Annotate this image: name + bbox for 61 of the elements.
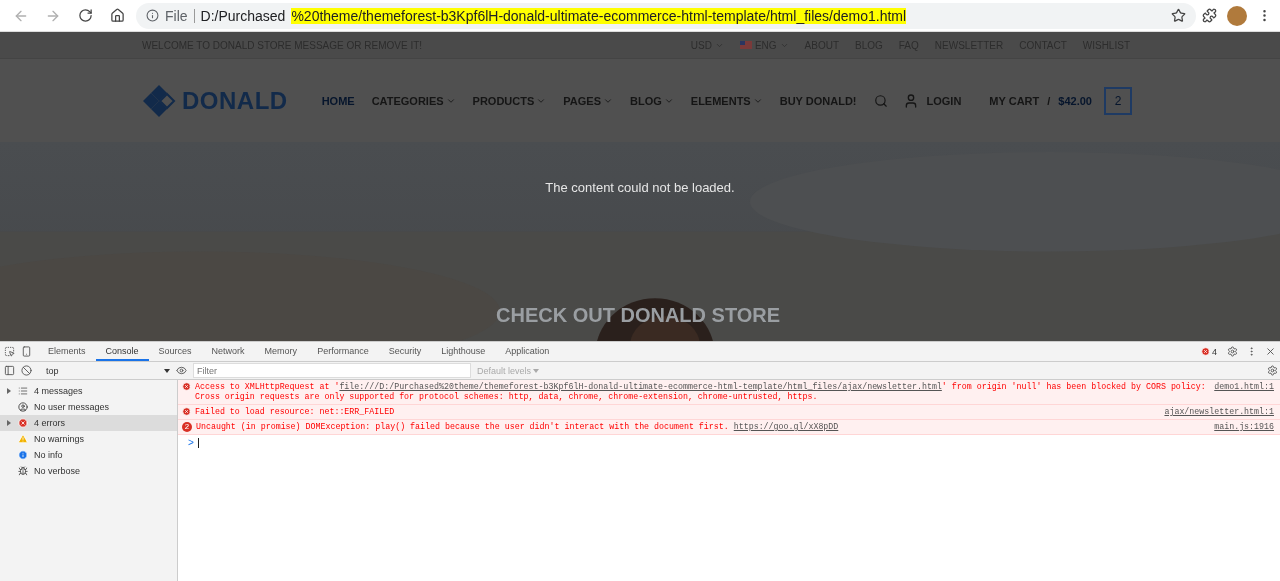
sidebar-icon[interactable] [4, 365, 15, 376]
error-message: Access to XMLHttpRequest at 'file:///D:/Purchased%20theme/themeforest-b3Kpf6lH-donald-ultimate-ecommerce-html-template/html_files/ajax/newsletter.html' from origin 'null' has been blocked by CORS policy: Cross origin requests are only supported for protocol schemes: http, data, chrome, chrome-extension, chrome-untrusted, https. [195, 382, 1207, 402]
devtools-tab[interactable]: Security [378, 342, 432, 361]
error-count-badge[interactable]: 4 [1201, 346, 1217, 357]
source-link[interactable]: ajax/newsletter.html:1 [1164, 407, 1274, 417]
prompt-symbol: > [188, 437, 194, 448]
separator-text: / [1047, 94, 1051, 107]
devtools-tab[interactable]: Lighthouse [431, 342, 496, 361]
message-link[interactable]: file:///D:/Purchased%20theme/themeforest-b3Kpf6lH-donald-ultimate-ecommerce-html-template/html_files/ajax/newsletter.html [339, 382, 942, 391]
caret-icon [533, 368, 540, 373]
context-select[interactable]: top [38, 365, 170, 376]
hero-headline: CHECK OUT DONALD STORE [496, 304, 781, 327]
star-icon[interactable] [1171, 8, 1186, 23]
close-icon[interactable] [1265, 346, 1276, 357]
url-text: D:/Purchased [200, 7, 286, 24]
warning-icon [18, 434, 28, 444]
sidebar-item[interactable]: No user messages [0, 399, 177, 415]
puzzle-icon[interactable] [1202, 8, 1217, 23]
error-icon [182, 407, 191, 416]
error-message: The content could not be loaded. [545, 180, 735, 195]
sidebar-item[interactable]: 4 messages [0, 383, 177, 399]
scheme-label: File [165, 8, 195, 23]
sidebar-item[interactable]: No info [0, 447, 177, 463]
error-icon [18, 418, 28, 428]
device-icon[interactable] [21, 346, 32, 357]
avatar-icon[interactable] [1227, 5, 1247, 26]
inspect-icon[interactable] [4, 346, 15, 357]
devtools-tab[interactable]: Sources [148, 342, 202, 361]
user-icon [18, 402, 28, 412]
caret-icon [164, 368, 170, 373]
info-icon [18, 450, 28, 460]
source-link[interactable]: demo1.html:1 [1214, 382, 1274, 392]
error-icon [182, 382, 191, 391]
flag-icon [739, 41, 752, 49]
filter-field[interactable]: Filter [193, 363, 471, 378]
repeat-count: 2 [182, 422, 192, 432]
logo-icon [142, 83, 176, 118]
settings-icon[interactable] [1227, 346, 1238, 357]
expand-arrow-icon[interactable] [6, 388, 12, 394]
error-message: Uncaught (in promise) DOMException: play() failed because the user didn't interact with the document first. https://goo.gl/xX8pDD [196, 422, 840, 432]
source-link[interactable]: main.js:1916 [1214, 422, 1274, 432]
eye-icon[interactable] [176, 365, 187, 376]
devtools-tab[interactable]: Elements [38, 342, 96, 361]
message-link[interactable]: https://goo.gl/xX8pDD [733, 422, 839, 431]
devtools-tab[interactable]: Application [495, 342, 560, 361]
list-icon [18, 386, 28, 396]
error-message: Failed to load resource: net::ERR_FAILED [195, 407, 396, 417]
sidebar-item[interactable]: No verbose [0, 463, 177, 479]
info-icon [146, 9, 159, 22]
clear-icon[interactable] [21, 365, 32, 376]
devtools-tab[interactable]: Network [201, 342, 255, 361]
settings-icon[interactable] [1267, 365, 1278, 376]
sidebar-item[interactable]: 4 errors [0, 415, 177, 431]
cart-total: $42.00 [1058, 94, 1092, 107]
devtools-tab[interactable]: Performance [307, 342, 379, 361]
devtools-tab[interactable]: Memory [254, 342, 308, 361]
expand-arrow-icon[interactable] [6, 420, 12, 426]
sidebar-item[interactable]: No warnings [0, 431, 177, 447]
highlighted-url-text: %20theme/themeforest-b3Kpf6lH-donald-ultimate-ecommerce-html-template/html_files/demo1.html [291, 7, 907, 24]
address-bar[interactable]: File D:/Purchased %20theme/themeforest-b3Kpf6lH-donald-ultimate-ecommerce-html-template/html_files/demo1.html [136, 2, 1196, 29]
bug-icon [18, 466, 28, 476]
